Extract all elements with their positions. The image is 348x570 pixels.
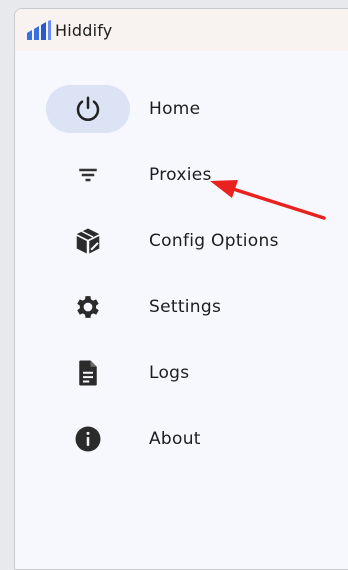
nav-item-logs[interactable]: Logs: [15, 349, 348, 397]
nav-item-home[interactable]: Home: [15, 85, 348, 133]
nav-label-proxies[interactable]: Proxies: [149, 165, 212, 185]
filter-lines-icon: [79, 168, 97, 182]
power-icon: [76, 96, 100, 121]
gear-icon: [77, 296, 99, 318]
package-icon: [76, 228, 100, 254]
nav-pill-about[interactable]: [46, 415, 130, 463]
nav-label-about[interactable]: About: [149, 429, 201, 449]
nav-pill-logs[interactable]: [46, 349, 130, 397]
nav-item-settings[interactable]: Settings: [15, 283, 348, 331]
navigation-rail: Home Proxies Config Options Settings Log…: [15, 51, 348, 569]
nav-item-config-options[interactable]: Config Options: [15, 217, 348, 265]
nav-pill-settings[interactable]: [46, 283, 130, 331]
app-window: Hiddify Home Proxies Config Options Sett…: [14, 8, 348, 570]
nav-label-home[interactable]: Home: [149, 99, 200, 119]
nav-item-proxies[interactable]: Proxies: [15, 151, 348, 199]
nav-pill-proxies[interactable]: [46, 151, 130, 199]
title-bar: Hiddify: [15, 9, 348, 51]
nav-pill-config-options[interactable]: [46, 217, 130, 265]
nav-item-about[interactable]: About: [15, 415, 348, 463]
nav-pill-home[interactable]: [46, 85, 130, 133]
document-icon: [79, 360, 97, 386]
nav-label-logs[interactable]: Logs: [149, 363, 189, 383]
app-title: Hiddify: [55, 20, 113, 40]
nav-label-config-options[interactable]: Config Options: [149, 231, 279, 251]
nav-label-settings[interactable]: Settings: [149, 297, 221, 317]
bars-logo-icon: [27, 20, 51, 40]
info-icon: [75, 426, 101, 452]
